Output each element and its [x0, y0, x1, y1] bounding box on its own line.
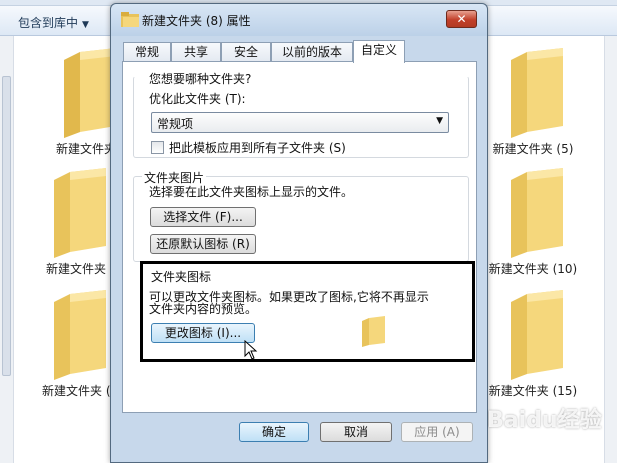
apply-subfolders-checkbox[interactable]	[151, 141, 164, 154]
folder-icon	[121, 12, 139, 27]
folder-icon	[54, 290, 106, 380]
include-library-button[interactable]: 包含到库中 ▼	[18, 14, 89, 31]
folder-item[interactable]: 新建文件夹 (10)	[483, 166, 583, 276]
optimize-label: 优化此文件夹 (T):	[149, 92, 246, 106]
folder-label: 新建文件夹 (10)	[488, 262, 578, 276]
folder-icon	[54, 168, 106, 258]
optimize-select[interactable]: 常规项 ▼	[151, 112, 449, 133]
ok-button[interactable]: 确定	[239, 422, 309, 442]
dialog-title: 新建文件夹 (8) 属性	[142, 14, 251, 28]
close-button[interactable]: ✕	[446, 10, 477, 28]
tab-sharing[interactable]: 共享	[171, 42, 221, 62]
optimize-selected-value: 常规项	[157, 117, 194, 131]
chevron-down-icon: ▼	[82, 20, 89, 30]
left-scrollbar-thumb[interactable]	[2, 76, 11, 376]
folder-label: 新建文件夹 (15)	[488, 384, 578, 398]
apply-button[interactable]: 应用 (A)	[401, 422, 473, 442]
folder-item[interactable]: 新建文件夹 (15)	[483, 288, 583, 398]
apply-subfolders-label: 把此模板应用到所有子文件夹 (S)	[169, 141, 346, 155]
folder-icon-legend: 文件夹图标	[151, 270, 212, 284]
cancel-button[interactable]: 取消	[320, 422, 392, 442]
include-library-label: 包含到库中	[18, 16, 79, 30]
tab-security[interactable]: 安全	[221, 42, 271, 62]
properties-dialog: 新建文件夹 (8) 属性 ✕ 常规 共享 安全 以前的版本 自定义 您想要哪种文…	[110, 3, 488, 463]
folder-icon	[511, 290, 563, 380]
close-icon: ✕	[456, 12, 467, 26]
folder-icon	[511, 168, 563, 258]
folder-icon-description-line2: 文件夹内容的预览。	[149, 302, 258, 316]
dialog-titlebar[interactable]: 新建文件夹 (8) 属性 ✕	[111, 4, 487, 36]
optimize-heading: 您想要哪种文件夹?	[149, 72, 252, 86]
watermark: Baidu经验	[487, 408, 602, 433]
change-icon-button[interactable]: 更改图标 (I)...	[151, 323, 255, 343]
folder-icon	[511, 48, 563, 138]
choose-file-button[interactable]: 选择文件 (F)...	[150, 207, 256, 227]
folder-picture-description: 选择要在此文件夹图标上显示的文件。	[149, 185, 354, 199]
tab-customize[interactable]: 自定义	[353, 40, 405, 63]
tab-previous-versions[interactable]: 以前的版本	[271, 42, 353, 62]
tab-general[interactable]: 常规	[123, 42, 171, 62]
folder-preview-icon	[362, 316, 385, 347]
customize-panel: 您想要哪种文件夹? 优化此文件夹 (T): 常规项 ▼ 把此模板应用到所有子文件…	[122, 61, 477, 413]
left-scrollbar[interactable]	[0, 36, 14, 463]
folder-label: 新建文件夹 (5)	[492, 142, 574, 156]
right-scrollbar[interactable]	[604, 36, 617, 463]
restore-default-button[interactable]: 还原默认图标 (R)	[150, 234, 256, 254]
folder-item[interactable]: 新建文件夹 (5)	[483, 46, 583, 156]
mouse-cursor-icon	[244, 340, 258, 360]
chevron-down-icon: ▼	[436, 116, 443, 126]
